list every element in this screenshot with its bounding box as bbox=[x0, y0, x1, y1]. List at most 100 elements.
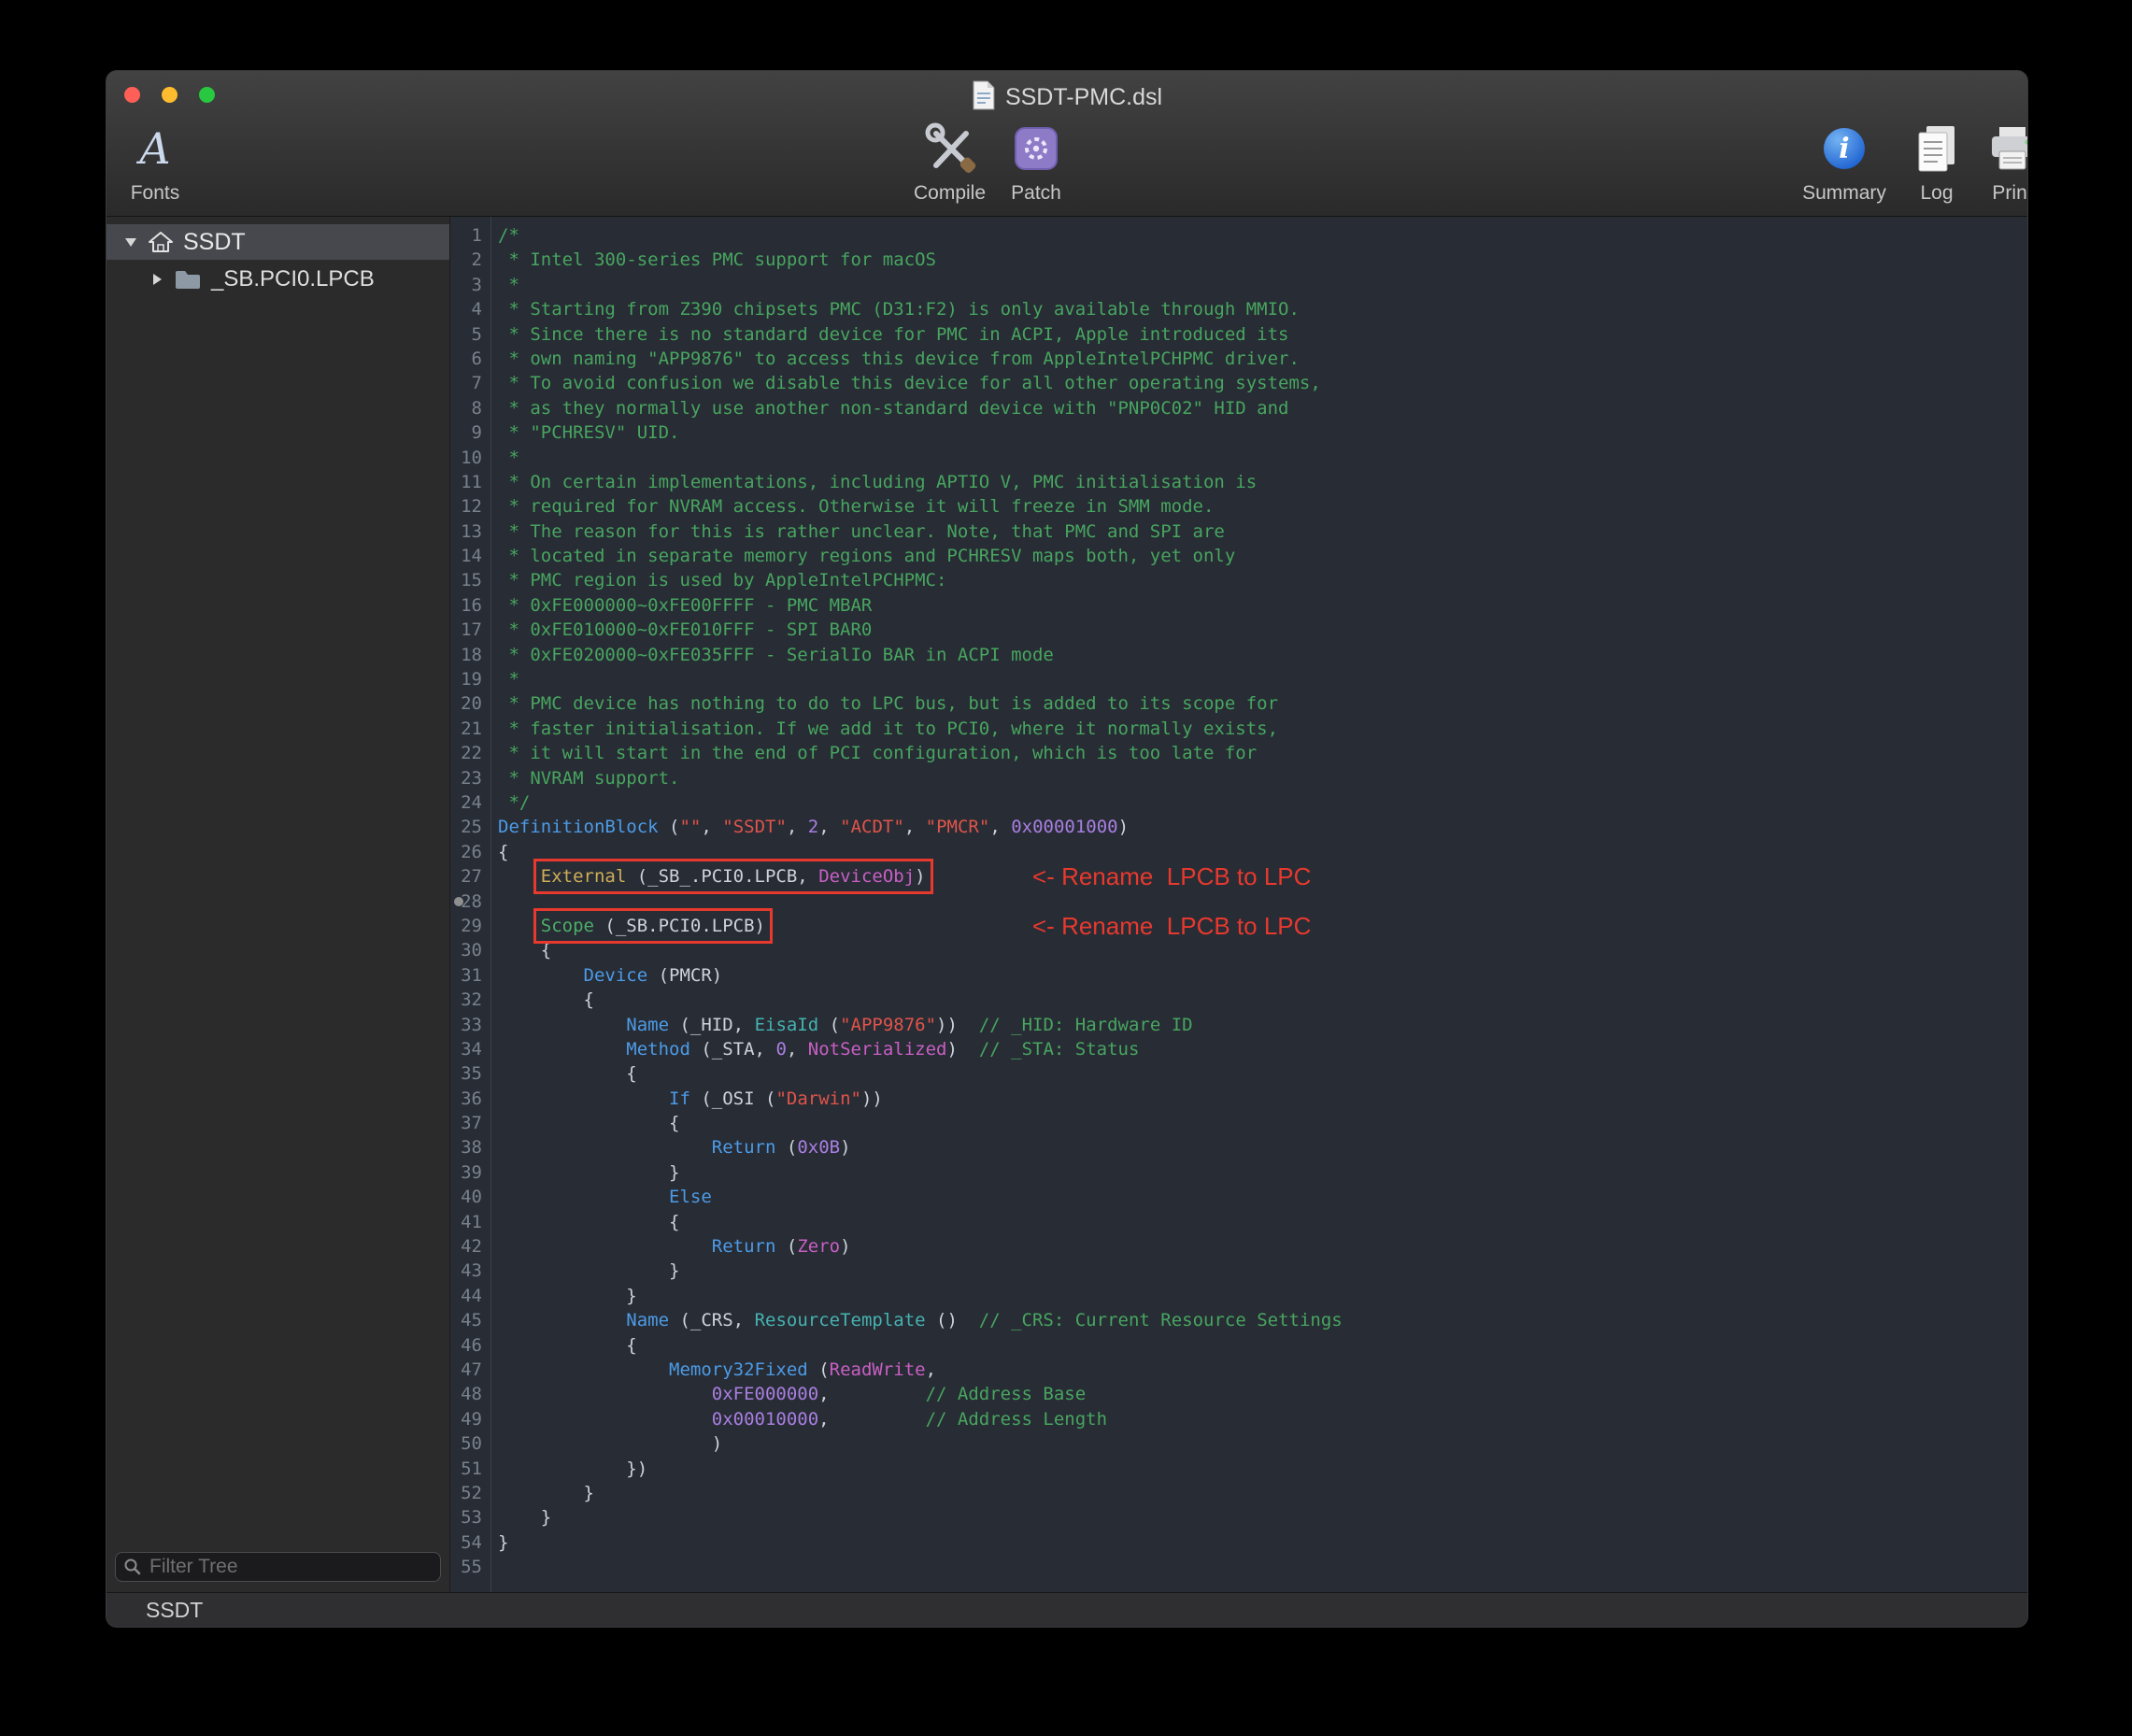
log-pages-icon bbox=[1913, 120, 1960, 178]
line-number: 45 bbox=[450, 1308, 482, 1332]
print-button[interactable]: Print bbox=[1980, 120, 2028, 205]
code-line: Return (0x0B) bbox=[498, 1135, 2027, 1160]
search-icon bbox=[123, 1558, 142, 1576]
line-number: 34 bbox=[450, 1037, 482, 1061]
code-line: DefinitionBlock ("", "SSDT", 2, "ACDT", … bbox=[498, 815, 2027, 839]
code-line: 0x00010000, // Address Length bbox=[498, 1407, 2027, 1431]
print-icon bbox=[1988, 120, 2028, 178]
line-number: 37 bbox=[450, 1111, 482, 1135]
code-line bbox=[498, 1555, 2027, 1579]
filter-tree-input[interactable] bbox=[148, 1555, 433, 1579]
code-line: { bbox=[498, 938, 2027, 962]
line-number: 46 bbox=[450, 1333, 482, 1358]
compile-label: Compile bbox=[914, 182, 986, 205]
line-number: 4 bbox=[450, 297, 482, 321]
code-lines: /* * Intel 300-series PMC support for ma… bbox=[492, 217, 2027, 1593]
code-editor[interactable]: 1234567891011121314151617181920212223242… bbox=[450, 217, 2027, 1593]
line-number: 8 bbox=[450, 396, 482, 420]
line-number: 21 bbox=[450, 717, 482, 741]
rename-annotation: <- Rename LPCB to LPC bbox=[1032, 914, 1311, 938]
code-line: * The reason for this is rather unclear.… bbox=[498, 519, 2027, 544]
code-line: * required for NVRAM access. Otherwise i… bbox=[498, 494, 2027, 519]
line-number: 31 bbox=[450, 963, 482, 988]
patch-label: Patch bbox=[1011, 182, 1061, 205]
line-number: 16 bbox=[450, 593, 482, 618]
zoom-button[interactable] bbox=[199, 87, 215, 103]
line-number: 49 bbox=[450, 1407, 482, 1431]
code-line: { bbox=[498, 1061, 2027, 1086]
log-label: Log bbox=[1920, 182, 1953, 205]
line-number: 23 bbox=[450, 766, 482, 790]
code-line: * Starting from Z390 chipsets PMC (D31:F… bbox=[498, 297, 2027, 321]
line-number: 30 bbox=[450, 938, 482, 962]
line-number: 13 bbox=[450, 519, 482, 544]
filter-tree-field[interactable] bbox=[115, 1552, 441, 1582]
line-number: 3 bbox=[450, 273, 482, 297]
folder-icon bbox=[174, 268, 202, 291]
sidebar-item-ssdt[interactable]: SSDT bbox=[107, 224, 449, 260]
line-number: 35 bbox=[450, 1061, 482, 1086]
code-line: */ bbox=[498, 790, 2027, 815]
code-line: * faster initialisation. If we add it to… bbox=[498, 717, 2027, 741]
code-line: * Since there is no standard device for … bbox=[498, 322, 2027, 347]
code-line: Method (_STA, 0, NotSerialized) // _STA:… bbox=[498, 1037, 2027, 1061]
code-line: * PMC region is used by AppleIntelPCHPMC… bbox=[498, 568, 2027, 592]
line-number: 1 bbox=[450, 223, 482, 248]
line-number: 11 bbox=[450, 470, 482, 494]
home-icon bbox=[148, 230, 174, 254]
line-number: 36 bbox=[450, 1087, 482, 1111]
line-number: 38 bbox=[450, 1135, 482, 1160]
code-line: { bbox=[498, 1333, 2027, 1358]
sidebar-item-lpcb[interactable]: _SB.PCI0.LPCB bbox=[107, 262, 449, 297]
window-title: SSDT-PMC.dsl bbox=[1005, 84, 1162, 111]
summary-label: Summary bbox=[1802, 182, 1886, 205]
line-number: 2 bbox=[450, 248, 482, 272]
sidebar-root-label: SSDT bbox=[183, 229, 246, 256]
line-number: 5 bbox=[450, 322, 482, 347]
summary-button[interactable]: i Summary bbox=[1803, 120, 1885, 205]
line-number: 44 bbox=[450, 1284, 482, 1308]
fonts-button[interactable]: A Fonts bbox=[118, 120, 192, 205]
line-number: 25 bbox=[450, 815, 482, 839]
line-number: 39 bbox=[450, 1160, 482, 1185]
code-line: Else bbox=[498, 1185, 2027, 1209]
code-line: } bbox=[498, 1259, 2027, 1283]
log-button[interactable]: Log bbox=[1906, 120, 1968, 205]
code-line bbox=[498, 889, 2027, 914]
line-number: 51 bbox=[450, 1457, 482, 1481]
window-chrome: SSDT-PMC.dsl A Fonts Compile bbox=[107, 71, 2027, 217]
code-line: 0xFE000000, // Address Base bbox=[498, 1382, 2027, 1406]
code-line: Name (_CRS, ResourceTemplate () // _CRS:… bbox=[498, 1308, 2027, 1332]
redbox-highlight: External (_SB_.PCI0.LPCB, DeviceObj) bbox=[541, 866, 926, 887]
code-line: * To avoid confusion we disable this dev… bbox=[498, 371, 2027, 395]
line-number: 22 bbox=[450, 741, 482, 765]
code-line: If (_OSI ("Darwin")) bbox=[498, 1087, 2027, 1111]
code-line: * it will start in the end of PCI config… bbox=[498, 741, 2027, 765]
line-number: 14 bbox=[450, 544, 482, 568]
patch-button[interactable]: Patch bbox=[997, 120, 1075, 205]
compile-button[interactable]: Compile bbox=[905, 120, 994, 205]
disclosure-right-icon[interactable] bbox=[149, 273, 164, 286]
code-line: } bbox=[498, 1284, 2027, 1308]
minimize-button[interactable] bbox=[162, 87, 178, 103]
disclosure-down-icon[interactable] bbox=[123, 236, 138, 248]
code-line: * PMC device has nothing to do to LPC bu… bbox=[498, 691, 2027, 716]
line-number: 6 bbox=[450, 347, 482, 371]
line-number: 32 bbox=[450, 988, 482, 1012]
code-line: * Intel 300-series PMC support for macOS bbox=[498, 248, 2027, 272]
line-number: 33 bbox=[450, 1013, 482, 1037]
sidebar: SSDT _SB.PCI0.LPCB bbox=[107, 217, 450, 1593]
line-number: 55 bbox=[450, 1555, 482, 1579]
line-number: 10 bbox=[450, 446, 482, 470]
code-line: { bbox=[498, 988, 2027, 1012]
close-button[interactable] bbox=[124, 87, 140, 103]
code-line: * bbox=[498, 446, 2027, 470]
code-line: * "PCHRESV" UID. bbox=[498, 420, 2027, 445]
line-number: 47 bbox=[450, 1358, 482, 1382]
code-line: * as they normally use another non-stand… bbox=[498, 396, 2027, 420]
line-number: 42 bbox=[450, 1234, 482, 1259]
line-number: 50 bbox=[450, 1431, 482, 1456]
line-number: 7 bbox=[450, 371, 482, 395]
window-title-area: SSDT-PMC.dsl bbox=[972, 80, 1162, 115]
line-number: 43 bbox=[450, 1259, 482, 1283]
